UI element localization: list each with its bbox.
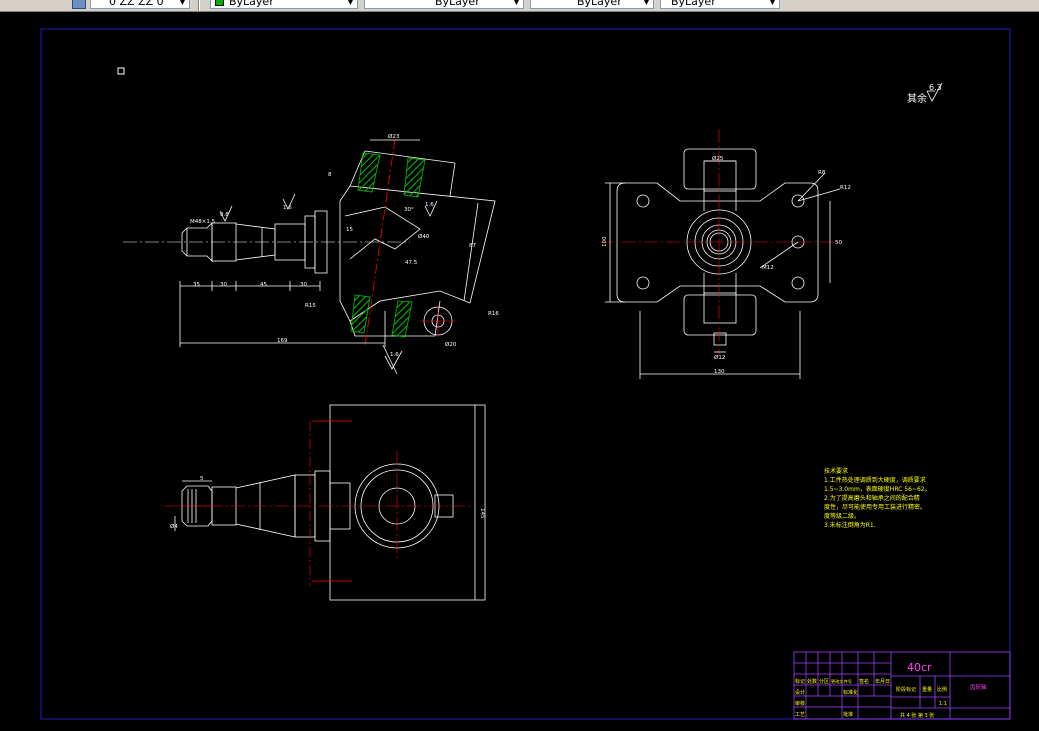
dim-text: Ø4 <box>170 523 178 530</box>
weight-label: 重量 <box>922 686 932 693</box>
dim-text: 30 <box>300 282 307 288</box>
top-view-dims: 5 Ø4 145 <box>170 476 485 530</box>
section-hatch <box>350 294 371 334</box>
chevron-down-icon[interactable]: ▼ <box>511 0 522 7</box>
plotstyle-combo[interactable]: ByLayer ▼ <box>660 0 780 9</box>
chevron-down-icon[interactable]: ▼ <box>345 0 356 7</box>
designer-label: 设计 <box>795 689 805 696</box>
dim-text: 35 <box>193 282 200 288</box>
dim-text: Ø12 <box>714 354 725 361</box>
std-label: 标准化 <box>843 689 858 696</box>
checker-label: 审核 <box>795 700 805 707</box>
tech-notes: 技术要求 1.工件热处理调质到大硬度，调质要求 1.5~3.0mm，表面硬度HR… <box>824 467 931 529</box>
dim-text: R12 <box>840 185 851 191</box>
chevron-down-icon[interactable]: ▼ <box>641 0 652 7</box>
dim-text: 1.6 <box>390 352 399 358</box>
drawing-frame <box>40 28 1011 720</box>
dim-text: 50 <box>835 240 842 246</box>
dim-text: 30 <box>220 282 227 288</box>
sign-label: 签名 <box>859 678 869 685</box>
lineweight-combo[interactable]: ByLayer ▼ <box>530 0 654 9</box>
dim-text: 0.8 <box>220 212 229 218</box>
sheet-info-text: 共 4 张 第 3 张 <box>900 712 934 719</box>
drawing-canvas[interactable]: 其余 6.3 M48×1.5 35 30 45 30 169 R15 R16 4… <box>0 11 1039 731</box>
dim-text: R16 <box>488 311 499 317</box>
section-hatch <box>391 300 413 338</box>
side-view <box>600 129 841 379</box>
section-hatch <box>403 157 426 198</box>
date-label: 年月日 <box>875 678 890 685</box>
chevron-down-icon[interactable]: ▼ <box>767 0 778 7</box>
toolbar-separator <box>198 0 200 11</box>
color-combo-value: ByLayer <box>229 0 274 8</box>
lineweight-combo-value: ByLayer <box>577 0 622 8</box>
top-view <box>165 404 486 601</box>
scale-value: 1:1 <box>939 701 947 707</box>
dim-text: Ø23 <box>388 133 400 140</box>
material-text: 40cr <box>907 661 932 674</box>
tech-note-line: 度性，尽可能使用专用工装进行精密。 <box>824 503 926 511</box>
dim-text: 47.5 <box>405 260 418 266</box>
stage-label: 阶段标记 <box>896 686 916 693</box>
selection-grip-icon[interactable] <box>117 67 125 75</box>
approve-label: 批准 <box>843 711 853 718</box>
dim-text: R8 <box>818 170 826 176</box>
mark-label: 标记 <box>795 678 805 685</box>
dim-text: 87 <box>469 243 476 249</box>
surface-finish-label: 其余 <box>907 92 927 105</box>
dim-text: 169 <box>277 338 288 344</box>
layer-manager-icon[interactable] <box>72 0 86 9</box>
dim-text: 1.6 <box>283 205 292 211</box>
surface-finish-value: 6.3 <box>929 83 942 92</box>
change-label: 更改文件号 <box>831 678 852 685</box>
tech-note-line: 2.为了提高磨头和轴承之间的配合精 <box>824 494 920 502</box>
tech-note-line: 1.5~3.0mm，表面硬度HRC 56~62。 <box>824 485 931 493</box>
count-label: 处数 <box>807 678 817 685</box>
dim-text: 30° <box>404 207 414 213</box>
dim-text: 130 <box>714 369 725 375</box>
tech-note-line: 1.工件热处理调质到大硬度，调质要求 <box>824 476 926 484</box>
dim-text: 45 <box>260 282 267 288</box>
tech-notes-title: 技术要求 <box>824 467 848 475</box>
dim-text: 1.6 <box>425 202 434 208</box>
dim-text: 8 <box>328 172 332 178</box>
color-swatch-icon <box>215 0 224 6</box>
zone-label: 分区 <box>819 678 829 685</box>
part-name-text: 齿轮轴 <box>970 683 987 691</box>
color-combo[interactable]: ByLayer ▼ <box>210 0 358 9</box>
dim-text: Ø25 <box>712 155 724 162</box>
dim-text: 15 <box>346 227 353 233</box>
dim-text: 100 <box>602 236 608 247</box>
layer-combo[interactable]: 0 ZZ ZZ 0 ▼ <box>90 0 190 9</box>
dim-text: 5 <box>200 476 204 482</box>
dim-text: 145 <box>479 508 485 519</box>
scale-label: 比例 <box>937 686 947 693</box>
tech-note-line: 度等级二级。 <box>824 512 860 520</box>
linetype-combo-value: ByLayer <box>435 0 480 8</box>
plotstyle-combo-value: ByLayer <box>671 0 716 8</box>
dim-text: Ø20 <box>445 341 457 348</box>
process-label: 工艺 <box>795 712 805 718</box>
surface-finish-symbol: 其余 6.3 <box>907 82 943 105</box>
tech-note-line: 3.未标注倒角为R1. <box>824 521 876 529</box>
dim-text: M12 <box>762 265 774 271</box>
dim-text: M48×1.5 <box>190 219 216 225</box>
front-section-view <box>123 138 496 375</box>
dim-text: R15 <box>305 303 316 309</box>
linetype-combo[interactable]: ByLayer ▼ <box>364 0 524 9</box>
dim-text: Ø40 <box>418 233 430 240</box>
layer-combo-value: 0 ZZ ZZ 0 <box>109 0 164 8</box>
chevron-down-icon[interactable]: ▼ <box>177 0 188 7</box>
